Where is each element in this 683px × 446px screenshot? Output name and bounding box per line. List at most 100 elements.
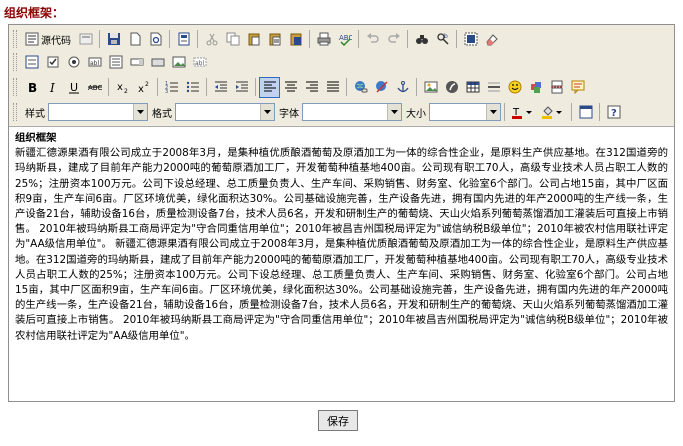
underline-icon: U <box>68 81 79 94</box>
subscript-button[interactable]: x2 <box>112 77 133 98</box>
source-button[interactable]: 源代码 <box>21 29 75 50</box>
toolbar-row-2: abl abl <box>11 51 210 73</box>
globe-link-icon <box>354 81 367 93</box>
floppy-icon <box>107 33 120 45</box>
image-button[interactable] <box>420 77 441 98</box>
superscript-button[interactable]: x2 <box>133 77 154 98</box>
select-all-button[interactable] <box>460 29 481 50</box>
toolbar-row-3: B I U ABC x2 x2 123 <box>11 76 588 98</box>
form-button[interactable] <box>21 52 42 73</box>
checkbox-button[interactable] <box>42 52 63 73</box>
save-doc-button[interactable] <box>103 29 124 50</box>
replace-button[interactable]: b <box>432 29 453 50</box>
copy-button[interactable] <box>222 29 243 50</box>
svg-text:x: x <box>138 84 144 94</box>
image-icon <box>424 81 437 93</box>
style-select[interactable] <box>48 103 148 121</box>
content-paragraph: 新疆汇德源果酒有限公司成立于2008年3月，是集种植优质酿酒葡萄及原酒加工为一体… <box>15 147 668 342</box>
rich-text-editor: 源代码 ABC b abl abl B I U ABC x 2 x 2 1 2 … <box>8 24 675 402</box>
special-char-button[interactable] <box>525 77 546 98</box>
unlink-button[interactable] <box>371 77 392 98</box>
bg-color-button[interactable] <box>538 102 568 123</box>
paste-word-button[interactable] <box>285 29 306 50</box>
radio-button[interactable] <box>63 52 84 73</box>
textfield-icon: abl <box>88 57 101 67</box>
separator <box>504 103 505 121</box>
strike-button[interactable]: ABC <box>84 77 105 98</box>
find-button[interactable] <box>411 29 432 50</box>
doc-props-icon <box>79 33 92 45</box>
size-select[interactable] <box>429 103 501 121</box>
chevron-down-icon <box>133 104 147 120</box>
anchor-button[interactable] <box>392 77 413 98</box>
unordered-list-button[interactable] <box>182 77 203 98</box>
paste-button[interactable] <box>243 29 264 50</box>
remove-format-button[interactable] <box>481 29 502 50</box>
textarea-icon <box>109 55 122 69</box>
save-button[interactable]: 保存 <box>318 410 358 431</box>
textfield-button[interactable]: abl <box>84 52 105 73</box>
italic-button[interactable]: I <box>42 77 63 98</box>
text-color-button[interactable]: T <box>508 102 538 123</box>
chevron-down-icon <box>387 104 401 120</box>
separator <box>571 103 572 121</box>
paste-text-button[interactable] <box>264 29 285 50</box>
align-justify-button[interactable] <box>322 77 343 98</box>
toolbar-grip <box>13 30 17 48</box>
align-center-button[interactable] <box>280 77 301 98</box>
print-button[interactable] <box>313 29 334 50</box>
select-field-icon <box>130 58 143 66</box>
font-select[interactable] <box>302 103 402 121</box>
editor-content-area[interactable]: 组织框架 新疆汇德源果酒有限公司成立于2008年3月，是集种植优质酿酒葡萄及原酒… <box>9 126 674 401</box>
cut-button[interactable] <box>201 29 222 50</box>
chevron-down-icon <box>260 104 274 120</box>
indent-button[interactable] <box>231 77 252 98</box>
outdent-button[interactable] <box>210 77 231 98</box>
about-button[interactable]: ? <box>603 102 624 123</box>
toolbar-grip <box>13 78 17 96</box>
preview-button[interactable] <box>145 29 166 50</box>
ordered-list-button[interactable]: 123 <box>161 77 182 98</box>
printer-icon <box>317 32 330 46</box>
svg-text:x: x <box>117 82 123 93</box>
svg-text:b: b <box>444 33 448 40</box>
select-field-button[interactable] <box>126 52 147 73</box>
hidden-field-button[interactable]: abl <box>189 52 210 73</box>
align-left-button[interactable] <box>259 76 280 98</box>
comment-button[interactable] <box>567 77 588 98</box>
page-break-button[interactable] <box>546 77 567 98</box>
redo-button[interactable] <box>383 29 404 50</box>
button-field-button[interactable] <box>147 52 168 73</box>
textarea-button[interactable] <box>105 52 126 73</box>
doc-props-button[interactable] <box>75 29 96 50</box>
align-right-icon <box>305 81 318 92</box>
spellcheck-button[interactable]: ABC <box>334 29 355 50</box>
table-button[interactable] <box>462 77 483 98</box>
subscript-icon: x2 <box>117 82 128 94</box>
new-page-button[interactable] <box>124 29 145 50</box>
superscript-icon: x2 <box>138 81 149 94</box>
style-label: 样式 <box>25 108 45 120</box>
bold-button[interactable]: B <box>21 77 42 98</box>
toolbar-grip <box>13 53 17 71</box>
align-right-button[interactable] <box>301 77 322 98</box>
templates-button[interactable] <box>173 29 194 50</box>
smiley-button[interactable] <box>504 77 525 98</box>
help-icon: ? <box>607 105 620 119</box>
flash-button[interactable] <box>441 77 462 98</box>
content-heading: 组织框架 <box>15 132 57 144</box>
align-center-icon <box>284 81 297 92</box>
svg-text:ABC: ABC <box>339 34 352 42</box>
hidden-field-icon: abl <box>193 57 206 67</box>
chevron-down-icon <box>486 104 500 120</box>
horizontal-rule-button[interactable] <box>483 77 504 98</box>
image-button-icon <box>172 56 185 68</box>
image-button-field-button[interactable] <box>168 52 189 73</box>
underline-button[interactable]: U <box>63 77 84 98</box>
link-button[interactable] <box>350 77 371 98</box>
format-select[interactable] <box>175 103 275 121</box>
maximize-button[interactable] <box>575 102 596 123</box>
undo-button[interactable] <box>362 29 383 50</box>
ordered-list-icon: 123 <box>165 81 178 94</box>
separator <box>99 30 100 48</box>
